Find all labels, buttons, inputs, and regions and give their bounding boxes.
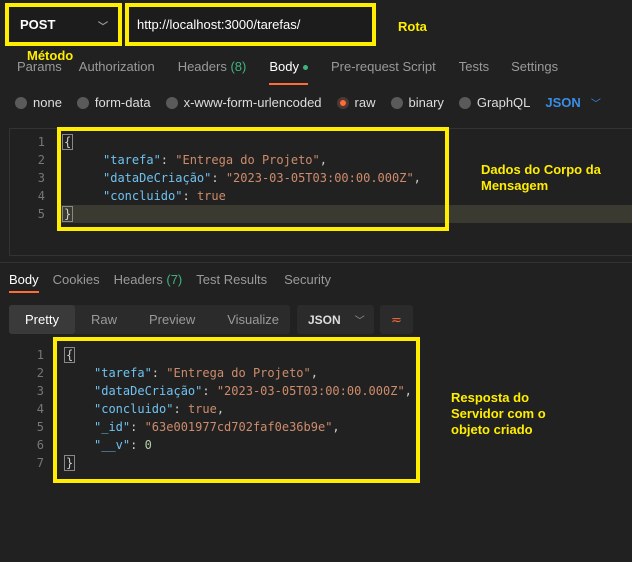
- tab-label: Pre-request Script: [330, 59, 436, 74]
- line-number: 4: [37, 189, 45, 203]
- wrap-icon: ≂: [391, 312, 402, 327]
- wrap-lines-button[interactable]: ≂: [380, 305, 413, 334]
- radio-icon: [458, 96, 471, 109]
- divider: [0, 262, 632, 263]
- radio-graphql[interactable]: GraphQL: [458, 95, 531, 110]
- radio-label: none: [33, 95, 62, 110]
- body-format-select[interactable]: JSON ﹀: [545, 95, 600, 110]
- annotation-body: Dados do Corpo da Mensagem: [481, 162, 601, 193]
- chevron-down-icon: ﹀: [590, 99, 601, 110]
- line-number: 3: [36, 384, 44, 398]
- radio-icon: [390, 96, 403, 109]
- url-input[interactable]: http://localhost:3000/tarefas/: [125, 3, 376, 46]
- modified-dot-icon: [302, 65, 308, 71]
- response-tab-test-results[interactable]: Test Results: [196, 272, 267, 293]
- view-mode-segmented: Pretty Raw Preview Visualize: [9, 305, 290, 334]
- line-number: 2: [37, 153, 45, 167]
- view-label: Pretty: [25, 312, 59, 327]
- tab-label: Body: [9, 272, 39, 287]
- radio-label: GraphQL: [476, 95, 531, 110]
- chevron-down-icon: ﹀: [98, 22, 108, 33]
- response-tab-security[interactable]: Security: [284, 272, 331, 293]
- tab-body[interactable]: Body: [269, 59, 308, 85]
- radio-form-data[interactable]: form-data: [76, 95, 151, 110]
- body-type-radios: none form-data x-www-form-urlencoded raw…: [15, 95, 616, 110]
- tab-label: Body: [269, 59, 299, 74]
- line-number: 2: [36, 366, 44, 380]
- radio-label: binary: [408, 95, 444, 110]
- radio-icon: [15, 96, 27, 109]
- radio-urlencoded[interactable]: x-www-form-urlencoded: [165, 95, 322, 110]
- view-preview[interactable]: Preview: [133, 305, 211, 334]
- highlight-box-body: [57, 127, 449, 231]
- view-pretty[interactable]: Pretty: [9, 305, 75, 334]
- tab-label: Tests: [458, 59, 490, 74]
- method-value: POST: [20, 17, 56, 32]
- body-format-value: JSON: [545, 95, 581, 110]
- radio-selected-icon: [336, 96, 349, 109]
- tab-headers[interactable]: Headers (8): [178, 59, 247, 85]
- tab-label: Params: [17, 59, 62, 74]
- view-label: Raw: [90, 312, 117, 327]
- tab-tests[interactable]: Tests: [459, 59, 489, 85]
- chevron-down-icon: ﹀: [354, 316, 365, 327]
- response-tab-body[interactable]: Body: [9, 272, 39, 293]
- highlight-box-response: [53, 337, 420, 483]
- tab-label: Settings: [511, 59, 559, 74]
- headers-count: (7): [166, 272, 183, 287]
- radio-icon: [165, 96, 178, 109]
- radio-label: raw: [354, 95, 376, 110]
- line-number: 7: [36, 456, 44, 470]
- radio-binary[interactable]: binary: [390, 95, 444, 110]
- format-value: JSON: [308, 312, 341, 327]
- tab-label: Cookies: [52, 272, 100, 287]
- radio-raw[interactable]: raw: [336, 95, 376, 110]
- request-tabs: Params Authorization Headers (8) Body Pr…: [17, 59, 575, 85]
- tab-label: Headers: [113, 272, 163, 287]
- view-label: Preview: [148, 312, 196, 327]
- response-tab-cookies[interactable]: Cookies: [53, 272, 100, 293]
- tab-params[interactable]: Params: [17, 59, 62, 85]
- tab-pre-request-script[interactable]: Pre-request Script: [331, 59, 436, 85]
- url-value: http://localhost:3000/tarefas/: [137, 17, 301, 32]
- tab-label: Security: [284, 272, 332, 287]
- radio-label: form-data: [94, 95, 151, 110]
- line-number: 1: [36, 348, 44, 362]
- radio-label: x-www-form-urlencoded: [183, 95, 322, 110]
- view-raw[interactable]: Raw: [75, 305, 133, 334]
- tab-authorization[interactable]: Authorization: [79, 59, 155, 85]
- method-select[interactable]: POST ﹀: [5, 3, 122, 46]
- line-number: 6: [36, 438, 44, 452]
- annotation-response: Resposta do Servidor com o objeto criado: [451, 390, 546, 437]
- headers-count: (8): [230, 59, 247, 74]
- view-visualize[interactable]: Visualize: [211, 305, 295, 334]
- tab-label: Authorization: [78, 59, 155, 74]
- annotation-route: Rota: [398, 19, 427, 34]
- radio-none[interactable]: none: [15, 95, 62, 110]
- tab-label: Headers: [177, 59, 227, 74]
- tab-label: Test Results: [196, 272, 268, 287]
- line-number: 1: [37, 135, 45, 149]
- response-format-select[interactable]: JSON ﹀: [297, 305, 374, 334]
- response-tab-headers[interactable]: Headers (7): [114, 272, 183, 293]
- line-number: 3: [37, 171, 45, 185]
- response-tabs: Body Cookies Headers (7) Test Results Se…: [9, 272, 345, 293]
- view-label: Visualize: [227, 312, 280, 327]
- line-number: 4: [36, 402, 44, 416]
- radio-icon: [76, 96, 89, 109]
- line-number: 5: [37, 207, 45, 221]
- line-number: 5: [36, 420, 44, 434]
- tab-settings[interactable]: Settings: [511, 59, 558, 85]
